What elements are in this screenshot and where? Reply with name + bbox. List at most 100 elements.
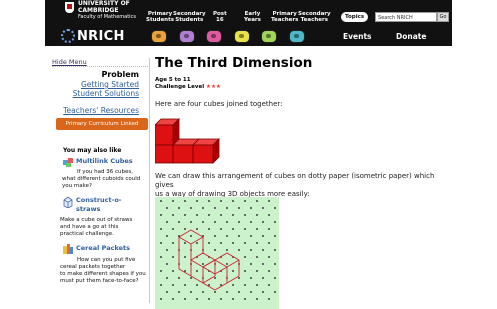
iso-dot (160, 242, 162, 244)
sidebar-vertical-divider (149, 58, 150, 303)
construct-o-straws-icon[interactable] (62, 196, 74, 208)
related-title-construct-o-straws[interactable]: Construct-o-straws (76, 196, 122, 214)
iso-dot (202, 263, 204, 265)
iso-dot (178, 291, 180, 293)
iso-dot (238, 249, 240, 251)
sidebar-section-title: Problem (101, 70, 139, 79)
iso-dot (190, 221, 192, 223)
nav-secondary-students[interactable]: Secondary Students (173, 11, 206, 23)
iso-dot (178, 207, 180, 209)
iso-dot (232, 214, 234, 216)
iso-dot (274, 291, 276, 293)
iso-dot (268, 214, 270, 216)
nav-early-years[interactable]: Early Years (244, 11, 261, 23)
iso-dot (274, 207, 276, 209)
iso-dot (262, 291, 264, 293)
stage-early-years-icon[interactable] (151, 30, 167, 43)
iso-dot (160, 228, 162, 230)
iso-dot (262, 207, 264, 209)
iso-dot (220, 214, 222, 216)
search-input[interactable]: Search NRICH (375, 12, 437, 22)
iso-dot (256, 228, 258, 230)
sidebar-link-getting-started[interactable]: Getting Started (81, 80, 139, 89)
iso-dot (250, 249, 252, 251)
iso-dot (214, 235, 216, 237)
iso-dot (226, 235, 228, 237)
iso-dot (256, 256, 258, 258)
stage-ks2-icon[interactable] (206, 30, 222, 43)
iso-dot (190, 291, 192, 293)
iso-dot (220, 242, 222, 244)
events-link[interactable]: Events (343, 32, 372, 41)
iso-dot (184, 228, 186, 230)
iso-dot (166, 263, 168, 265)
hide-menu-link[interactable]: Hide Menu (52, 58, 87, 66)
iso-dot (226, 263, 228, 265)
iso-dot (256, 298, 258, 300)
multilink-cubes-icon[interactable] (62, 156, 74, 168)
stage-ks4-icon[interactable] (261, 30, 277, 43)
cambridge-crest-icon[interactable] (65, 2, 74, 13)
iso-dot (202, 291, 204, 293)
iso-dot (244, 228, 246, 230)
iso-dot (184, 242, 186, 244)
iso-dot (172, 228, 174, 230)
iso-dot (208, 214, 210, 216)
iso-dot (274, 277, 276, 279)
nrich-logo-text[interactable]: NRICH (77, 29, 125, 44)
iso-dot (196, 228, 198, 230)
iso-dot (172, 284, 174, 286)
iso-dot (232, 200, 234, 202)
search-go-button[interactable]: Go (437, 12, 449, 22)
donate-link[interactable]: Donate (396, 32, 426, 41)
university-logo[interactable]: UNIVERSITY OF CAMBRIDGE Faculty of Mathe… (78, 0, 136, 21)
iso-dot (256, 200, 258, 202)
iso-dot (232, 298, 234, 300)
iso-dot (274, 263, 276, 265)
iso-dot (160, 200, 162, 202)
iso-dot (166, 235, 168, 237)
iso-dot (208, 298, 210, 300)
iso-dot (250, 263, 252, 265)
iso-dot (244, 298, 246, 300)
challenge-level: Challenge Level ★★★ (155, 84, 221, 90)
iso-dot (214, 249, 216, 251)
iso-dot (256, 214, 258, 216)
iso-dot (244, 284, 246, 286)
topics-button[interactable]: Topics (341, 12, 369, 22)
sidebar-link-student-solutions[interactable]: Student Solutions (73, 89, 139, 98)
iso-dot (274, 249, 276, 251)
related-title-cereal-packets[interactable]: Cereal Packets (76, 244, 130, 252)
stage-primary-icon[interactable] (179, 30, 195, 43)
iso-dot (262, 235, 264, 237)
isometric-drawing-image (155, 197, 279, 309)
nav-primary-students[interactable]: Primary Students (146, 11, 174, 23)
cereal-packets-icon[interactable] (62, 243, 74, 255)
primary-curriculum-linked-button[interactable]: Primary Curriculum Linked (56, 118, 148, 130)
challenge-stars: ★★★ (206, 84, 221, 90)
related-title-multilink-cubes[interactable]: Multilink Cubes (76, 157, 133, 165)
iso-dot (244, 256, 246, 258)
iso-dot (244, 214, 246, 216)
nav-primary-teachers[interactable]: Primary Teachers (271, 11, 298, 23)
iso-dot (238, 235, 240, 237)
iso-dot (190, 207, 192, 209)
iso-dot (196, 298, 198, 300)
iso-dot (250, 221, 252, 223)
iso-dot (160, 214, 162, 216)
nrich-logo-icon[interactable] (61, 29, 75, 43)
stage-ks3-icon[interactable] (234, 30, 250, 43)
iso-dot (268, 284, 270, 286)
nav-secondary-teachers[interactable]: Secondary Teachers (298, 11, 331, 23)
iso-dot (262, 249, 264, 251)
iso-dot (214, 277, 216, 279)
iso-dot (214, 291, 216, 293)
related-desc-multilink-cubes: If you had 36 cubes, what different cubo… (62, 169, 141, 189)
related-desc-cereal-packets: How can you put five cereal packets toge… (60, 257, 146, 284)
sidebar-link-teachers-resources[interactable]: Teachers' Resources (63, 106, 139, 115)
iso-dot (184, 200, 186, 202)
nav-post-16[interactable]: Post 16 (213, 11, 227, 23)
isometric-text: We can draw this arrangement of cubes on… (155, 172, 435, 198)
iso-dot (172, 200, 174, 202)
stage-ks5-icon[interactable] (289, 30, 305, 43)
